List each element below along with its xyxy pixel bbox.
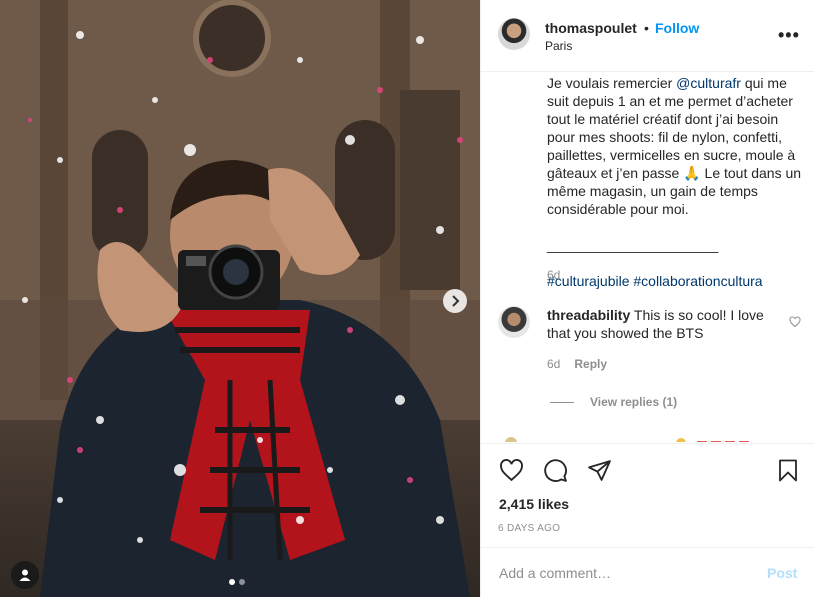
- post-caption: Je voulais remercier @culturafr qui me s…: [547, 74, 805, 290]
- author-avatar[interactable]: [498, 18, 530, 50]
- bookmark-icon[interactable]: [776, 458, 800, 483]
- comment-composer: Post: [481, 547, 814, 597]
- carousel-indicator: [229, 579, 245, 585]
- more-options-icon[interactable]: •••: [778, 26, 800, 44]
- caption-divider: ______________________: [547, 237, 719, 253]
- comments-section[interactable]: Je voulais remercier @culturafr qui me s…: [481, 72, 814, 442]
- caption-mention-link[interactable]: @culturafr: [676, 75, 741, 91]
- separator-dot: •: [644, 20, 649, 36]
- caption-text-rest: qui me suit depuis 1 an et me permet d’a…: [547, 75, 802, 217]
- caption-timestamp[interactable]: 6d: [547, 268, 560, 282]
- reply-button[interactable]: Reply: [574, 357, 607, 371]
- caption-text-start: Je voulais remercier: [547, 75, 677, 91]
- post-side-panel: thomaspoulet • Follow Paris ••• Je voula…: [480, 0, 814, 597]
- comment-meta: 6d Reply: [547, 357, 607, 371]
- commenter-avatar[interactable]: [498, 306, 530, 338]
- share-icon[interactable]: [587, 458, 612, 483]
- like-comment-heart-icon[interactable]: [789, 316, 801, 328]
- view-replies-label: View replies (1): [590, 395, 678, 409]
- chevron-right-icon: [452, 295, 460, 307]
- carousel-next-button[interactable]: [443, 289, 467, 313]
- view-replies-button[interactable]: View replies (1): [550, 395, 677, 409]
- carousel-dot-active: [229, 579, 235, 585]
- tagged-users-button[interactable]: [11, 561, 39, 589]
- photographer-figure: [22, 31, 470, 597]
- view-replies-line: [550, 401, 574, 403]
- carousel-dot: [239, 579, 245, 585]
- comment-icon[interactable]: [543, 458, 568, 483]
- post-location[interactable]: Paris: [545, 39, 572, 53]
- likes-count[interactable]: 2,415 likes: [499, 496, 569, 512]
- follow-button[interactable]: Follow: [655, 20, 699, 36]
- comment-body: threadability This is so cool! I love th…: [547, 306, 779, 342]
- user-icon: [19, 569, 31, 581]
- post-photo[interactable]: [0, 0, 480, 597]
- comment-input[interactable]: [499, 563, 749, 583]
- post-date[interactable]: 6 DAYS AGO: [498, 523, 560, 534]
- post-header: thomaspoulet • Follow Paris •••: [481, 0, 814, 72]
- next-comment-partial: [505, 437, 749, 442]
- post-comment-button[interactable]: Post: [767, 565, 797, 581]
- hashtag-link[interactable]: #collaborationcultura: [633, 273, 762, 289]
- author-username[interactable]: thomaspoulet: [545, 20, 637, 36]
- commenter-username[interactable]: threadability: [547, 307, 630, 323]
- comment-timestamp[interactable]: 6d: [547, 357, 560, 371]
- heart-icon[interactable]: [499, 458, 524, 483]
- post-actions: 2,415 likes 6 DAYS AGO: [481, 443, 814, 547]
